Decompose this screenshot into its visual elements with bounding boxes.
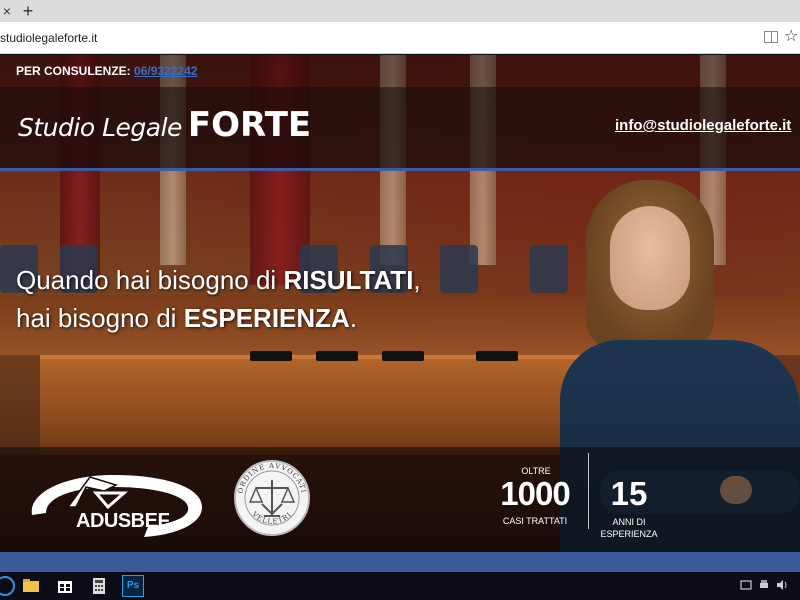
- background-monitor: [316, 351, 358, 361]
- ordine-avvocati-seal: ORDINE AVVOCATI VELLETRI: [234, 460, 310, 536]
- phone-link[interactable]: 06/9322242: [134, 64, 197, 78]
- favorite-star-icon[interactable]: ☆: [784, 27, 798, 47]
- headline-punct: .: [349, 303, 358, 333]
- stat-divider: [588, 453, 589, 529]
- background-chair: [440, 245, 478, 293]
- headline-text: Quando hai bisogno di: [16, 265, 284, 295]
- tray-printer-icon[interactable]: [758, 579, 770, 591]
- logo-text-bold: FORTE: [187, 105, 312, 145]
- consult-label: PER CONSULENZE:: [16, 64, 131, 78]
- face-shape: [610, 206, 690, 310]
- new-tab-button[interactable]: +: [18, 1, 38, 21]
- stat-cases-label: CASI TRATTATI: [502, 516, 568, 526]
- background-monitor: [382, 351, 424, 361]
- close-tab-icon[interactable]: ×: [0, 2, 14, 20]
- hero-headline: Quando hai bisogno di RISULTATI, hai bis…: [16, 261, 421, 337]
- tab-strip: × +: [0, 0, 800, 22]
- stat-years-label-line2: ESPERIENZA: [600, 529, 658, 539]
- adusbef-label: ADUSBEF: [76, 510, 170, 532]
- email-link[interactable]: info@studiolegaleforte.it: [615, 117, 791, 134]
- headline-text: hai bisogno di: [16, 303, 184, 333]
- tray-volume-icon[interactable]: [776, 579, 788, 591]
- contact-strip: PER CONSULENZE: 06/9322242: [0, 55, 800, 87]
- reading-view-icon[interactable]: [764, 31, 778, 43]
- headline-emphasis: ESPERIENZA: [183, 303, 350, 333]
- site-header: Studio Legale FORTE info@studiolegalefort…: [0, 87, 800, 171]
- file-explorer-icon[interactable]: [20, 575, 42, 597]
- stat-years-label: ANNI DI ESPERIENZA: [599, 516, 659, 540]
- background-monitor: [476, 351, 518, 361]
- hero-banner: PER CONSULENZE: 06/9322242 Studio Legale…: [0, 55, 800, 572]
- stat-years-label-line1: ANNI DI: [612, 517, 646, 527]
- accent-band: [0, 552, 800, 572]
- headline-emphasis: RISULTATI: [283, 265, 414, 295]
- headline-line-1: Quando hai bisogno di RISULTATI,: [16, 261, 421, 299]
- site-logo[interactable]: Studio Legale FORTE: [18, 105, 311, 145]
- store-icon[interactable]: [54, 575, 76, 597]
- headline-punct: ,: [413, 265, 421, 295]
- taskbar: Ps: [0, 572, 800, 600]
- photoshop-icon[interactable]: Ps: [122, 575, 144, 597]
- background-monitor: [250, 351, 292, 361]
- url-text[interactable]: studiolegaleforte.it: [0, 31, 97, 45]
- start-icon[interactable]: [0, 575, 16, 597]
- stat-years-value: 15: [610, 475, 648, 512]
- consult-info: PER CONSULENZE: 06/9322242: [16, 64, 197, 78]
- headline-line-2: hai bisogno di ESPERIENZA.: [16, 299, 421, 337]
- stat-cases-value: 1000: [500, 475, 570, 512]
- tray-window-icon[interactable]: [740, 579, 752, 591]
- calculator-icon[interactable]: [88, 575, 110, 597]
- address-bar[interactable]: studiolegaleforte.it ☆: [0, 22, 800, 54]
- logo-text-light: Studio Legale: [18, 113, 182, 142]
